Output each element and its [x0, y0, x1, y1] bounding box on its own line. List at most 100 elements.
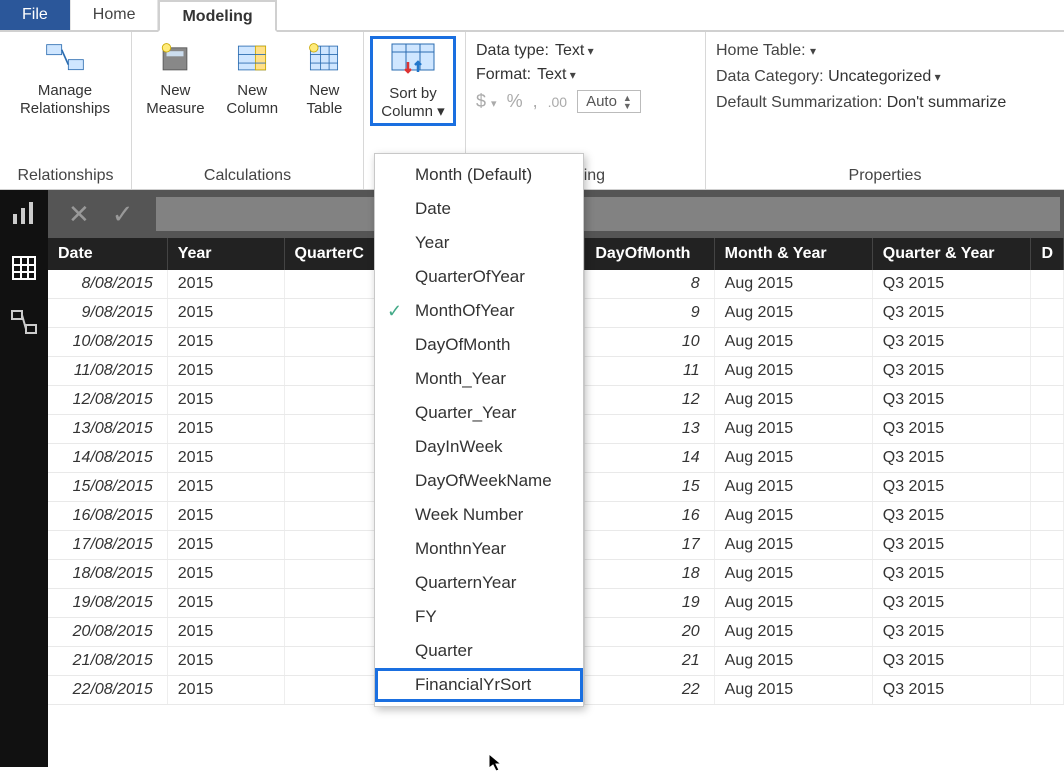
cell-monthyear: Aug 2015 [714, 531, 872, 560]
cell-year: 2015 [167, 386, 284, 415]
data-category-label: Data Category: [716, 68, 824, 85]
cell-quarterc [284, 589, 374, 618]
cell-monthyear: Aug 2015 [714, 560, 872, 589]
sort-menu-item-label: QuarternYear [415, 573, 516, 593]
sort-menu-item-label: Quarter [415, 641, 473, 661]
default-summarization-value: Don't summarize [887, 94, 1007, 111]
cell-dayofmonth: 10 [585, 328, 714, 357]
cell-dayofmonth: 19 [585, 589, 714, 618]
cell-dayofmonth: 13 [585, 415, 714, 444]
sort-menu-item[interactable]: ✓MonthOfYear [375, 294, 583, 328]
cell-dayofmonth: 20 [585, 618, 714, 647]
cell-dayofmonth: 14 [585, 444, 714, 473]
new-column-button[interactable]: New Column [221, 38, 284, 118]
group-relationships-label: Relationships [10, 163, 121, 185]
cell-quarteryear: Q3 2015 [872, 299, 1031, 328]
cell-dayofmonth: 18 [585, 560, 714, 589]
cell-monthyear: Aug 2015 [714, 386, 872, 415]
stepper-icon: ▲▼ [623, 94, 632, 110]
cell-quarteryear: Q3 2015 [872, 328, 1031, 357]
decimal-button[interactable]: .00 [548, 94, 567, 110]
model-view-button[interactable] [11, 310, 37, 341]
sort-menu-item[interactable]: DayOfWeekName [375, 464, 583, 498]
col-d[interactable]: D [1031, 238, 1064, 270]
col-monthyear[interactable]: Month & Year [714, 238, 872, 270]
default-summarization-dropdown[interactable]: Default Summarization: Don't summarize [716, 94, 1054, 112]
sort-menu-item[interactable]: MonthnYear [375, 532, 583, 566]
sort-by-column-highlight: Sort by Column ▾ [370, 36, 456, 126]
sort-menu-item[interactable]: Month_Year [375, 362, 583, 396]
data-view-button[interactable] [11, 255, 37, 286]
home-table-dropdown[interactable]: Home Table: [716, 42, 1054, 60]
sort-menu-item[interactable]: FY [375, 600, 583, 634]
sort-menu-item[interactable]: DayInWeek [375, 430, 583, 464]
cell-quarterc [284, 357, 374, 386]
sort-menu-item[interactable]: Quarter [375, 634, 583, 668]
data-type-dropdown[interactable]: Data type: Text [476, 42, 695, 60]
commit-formula-button[interactable]: ✓ [112, 199, 134, 230]
decimal-places-input[interactable]: Auto ▲▼ [577, 90, 641, 113]
manage-relationships-button[interactable]: Manage Relationships [10, 38, 120, 118]
cell-date: 10/08/2015 [48, 328, 167, 357]
cell-date: 14/08/2015 [48, 444, 167, 473]
default-summarization-label: Default Summarization: [716, 94, 882, 111]
sort-menu-item[interactable]: DayOfMonth [375, 328, 583, 362]
cell-quarterc [284, 299, 374, 328]
cell-d [1031, 357, 1064, 386]
home-table-label: Home Table: [716, 42, 806, 59]
sort-menu-item[interactable]: Date [375, 192, 583, 226]
thousands-button[interactable]: , [533, 91, 538, 112]
report-view-button[interactable] [11, 200, 37, 231]
sort-menu-item[interactable]: FinancialYrSort [375, 668, 583, 702]
format-value: Text [537, 66, 576, 84]
cell-quarteryear: Q3 2015 [872, 589, 1031, 618]
cell-quarterc [284, 386, 374, 415]
sort-by-column-button[interactable]: Sort by Column ▾ [375, 41, 451, 121]
group-calculations: New Measure New Column New Table Calcula… [132, 32, 364, 189]
sort-menu-item[interactable]: Month (Default) [375, 158, 583, 192]
data-category-dropdown[interactable]: Data Category: Uncategorized [716, 68, 1054, 86]
cell-year: 2015 [167, 444, 284, 473]
col-quarterc[interactable]: QuarterC [284, 238, 374, 270]
col-dayofmonth[interactable]: DayOfMonth [585, 238, 714, 270]
new-measure-button[interactable]: New Measure [142, 38, 209, 118]
cell-date: 22/08/2015 [48, 676, 167, 705]
col-date[interactable]: Date [48, 238, 167, 270]
format-dropdown[interactable]: Format: Text [476, 66, 695, 84]
cell-dayofmonth: 22 [585, 676, 714, 705]
sort-by-column-menu: Month (Default)DateYearQuarterOfYear✓Mon… [374, 153, 584, 707]
cell-quarteryear: Q3 2015 [872, 676, 1031, 705]
cell-d [1031, 618, 1064, 647]
sort-menu-item[interactable]: Quarter_Year [375, 396, 583, 430]
cell-monthyear: Aug 2015 [714, 328, 872, 357]
sort-menu-item[interactable]: Week Number [375, 498, 583, 532]
group-relationships: Manage Relationships Relationships [0, 32, 132, 189]
cancel-formula-button[interactable]: ✕ [68, 199, 90, 230]
currency-button[interactable]: $ ▾ [476, 91, 497, 112]
formula-input[interactable] [156, 197, 1060, 231]
group-properties: Home Table: Data Category: Uncategorized… [706, 32, 1064, 189]
view-rail [0, 190, 48, 767]
sort-menu-item[interactable]: QuarterOfYear [375, 260, 583, 294]
cell-date: 13/08/2015 [48, 415, 167, 444]
tab-modeling[interactable]: Modeling [158, 0, 276, 32]
cell-quarteryear: Q3 2015 [872, 444, 1031, 473]
tab-home[interactable]: Home [71, 0, 159, 30]
sort-menu-item-label: MonthnYear [415, 539, 506, 559]
cell-date: 15/08/2015 [48, 473, 167, 502]
cell-quarteryear: Q3 2015 [872, 531, 1031, 560]
tab-file[interactable]: File [0, 0, 71, 30]
col-year[interactable]: Year [167, 238, 284, 270]
percent-button[interactable]: % [507, 91, 523, 112]
data-type-label: Data type: [476, 42, 549, 60]
cell-date: 9/08/2015 [48, 299, 167, 328]
new-table-button[interactable]: New Table [296, 38, 353, 118]
sort-menu-item[interactable]: Year [375, 226, 583, 260]
col-quarteryear[interactable]: Quarter & Year [872, 238, 1031, 270]
sort-menu-item-label: DayInWeek [415, 437, 503, 457]
sort-icon [389, 41, 437, 81]
cell-date: 8/08/2015 [48, 270, 167, 299]
sort-menu-item[interactable]: QuarternYear [375, 566, 583, 600]
cell-dayofmonth: 17 [585, 531, 714, 560]
data-type-value: Text [555, 42, 594, 60]
